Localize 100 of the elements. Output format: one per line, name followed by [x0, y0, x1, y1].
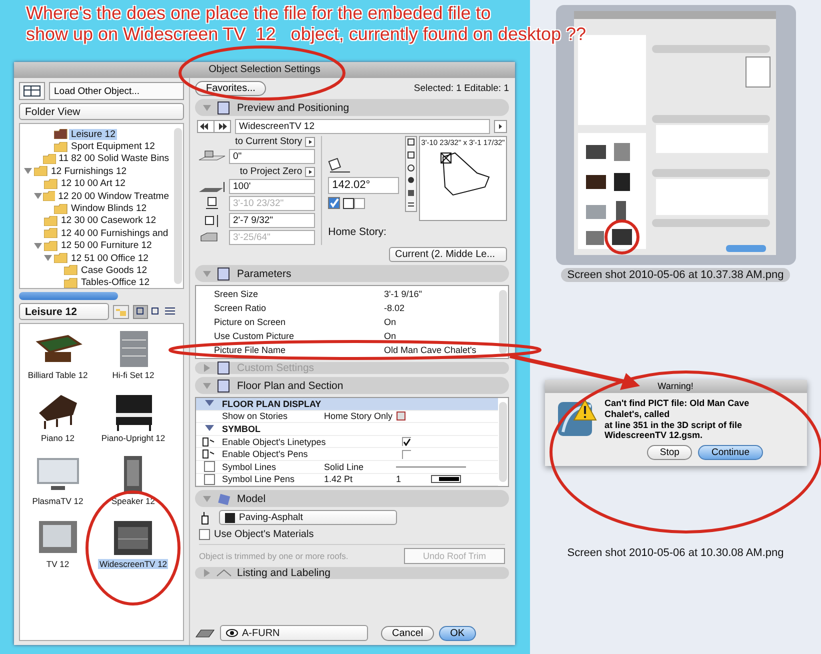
tree-item[interactable]: 12 Furnishings 12 [49, 166, 129, 177]
parameter-value[interactable]: -8.02 [384, 303, 405, 313]
expand-triangle-icon[interactable] [44, 254, 52, 262]
object-name-field[interactable]: WidescreenTV 12 [235, 119, 490, 134]
favorites-button[interactable]: Favorites... [195, 81, 266, 96]
story-elevation-icon [197, 150, 227, 164]
disclosure-triangle-icon [203, 494, 211, 503]
folder-icon [64, 265, 78, 276]
scrollbar[interactable] [19, 292, 118, 300]
disclosure-triangle-icon [203, 364, 211, 372]
dialog-button[interactable]: Stop [646, 445, 692, 460]
disclosure-triangle-icon[interactable] [204, 400, 214, 408]
surface-select[interactable]: Paving-Asphalt [219, 510, 397, 526]
object-label[interactable]: WidescreenTV 12 [98, 559, 168, 569]
checkbox[interactable] [402, 450, 411, 459]
folder-icon [44, 240, 58, 251]
section-header[interactable]: Preview and Positioning [195, 99, 509, 116]
previous-next-buttons-icon[interactable] [197, 120, 231, 133]
folder-icon [64, 278, 78, 288]
tree-item[interactable]: 12 40 00 Furnishings and [59, 228, 170, 239]
section-header[interactable]: Parameters [195, 265, 509, 282]
disclosure-triangle-icon[interactable] [204, 425, 214, 432]
section-header[interactable]: Listing and Labeling [195, 567, 509, 580]
layer-select[interactable]: A-FURN [220, 625, 368, 641]
view-select[interactable]: Folder View [19, 103, 184, 120]
tree-item[interactable]: 12 51 00 Office 12 [69, 252, 150, 264]
checkbox[interactable] [204, 461, 214, 472]
parameter-value[interactable]: On [384, 331, 396, 341]
tree-item[interactable]: 12 50 00 Furniture 12 [59, 240, 154, 252]
parameter-name: Screen Ratio [214, 303, 268, 313]
tree-item[interactable]: 12 30 00 Casework 12 [59, 215, 158, 226]
pen-swatch-icon[interactable] [431, 475, 462, 484]
object-label[interactable]: TV 12 [45, 559, 70, 569]
object-label[interactable]: Piano 12 [40, 433, 76, 443]
home-story-label: Home Story: [328, 226, 388, 238]
file-name-caption[interactable]: Screen shot 2010-05-06 at 10.30.08 AM.png [561, 546, 790, 560]
scrollbar[interactable] [499, 290, 507, 354]
folder-icon [54, 253, 68, 264]
story-icon [396, 411, 406, 422]
view-toggle-button[interactable] [19, 82, 45, 100]
view-modes-icon[interactable] [133, 304, 177, 318]
cancel-button[interactable]: Cancel [381, 626, 434, 640]
scrollbar[interactable] [174, 128, 182, 284]
object-label[interactable]: PlasmaTV 12 [31, 496, 84, 506]
rotation-angle-icon [328, 158, 352, 174]
setting-name: SYMBOL [222, 424, 262, 434]
parameter-value[interactable]: On [384, 317, 396, 327]
dialog-button[interactable]: Continue [698, 445, 762, 460]
setting-value[interactable]: Home Story Only [324, 411, 393, 422]
file-name-caption[interactable]: Screen shot 2010-05-06 at 10.37.38 AM.png [561, 268, 790, 282]
setting-value[interactable]: 1.42 Pt [324, 474, 353, 484]
folder-up-icon[interactable] [113, 304, 129, 318]
object-label[interactable]: Hi-fi Set 12 [111, 370, 156, 380]
tree-item[interactable]: Tables-Office 12 [79, 277, 152, 288]
tree-item[interactable]: Sport Equipment 12 [69, 141, 157, 152]
checkbox[interactable] [204, 474, 214, 485]
folder-icon [44, 228, 58, 238]
setting-value[interactable]: Solid Line [324, 462, 364, 472]
pen-arrow-icon [202, 449, 216, 460]
tree-item[interactable]: Case Goods 12 [79, 264, 150, 276]
home-story-select[interactable]: Current (2. Midde Le... [389, 247, 507, 262]
checkbox[interactable] [199, 529, 210, 540]
section-header[interactable]: Model [195, 490, 509, 508]
checkbox[interactable] [402, 437, 411, 446]
library-icon [54, 129, 68, 140]
mirror-checkbox[interactable] [328, 197, 340, 209]
folder-select[interactable]: Leisure 12 [19, 303, 109, 320]
object-label[interactable]: Piano-Upright 12 [100, 433, 166, 443]
warning-icon [556, 398, 596, 438]
tree-item[interactable]: 12 10 00 Art 12 [59, 178, 128, 190]
story-offset-field[interactable]: 0" [229, 149, 316, 164]
angle-field[interactable]: 142.02° [328, 177, 399, 194]
arrow-button-icon[interactable] [494, 120, 507, 133]
tree-item[interactable]: 12 20 00 Window Treatme [56, 190, 171, 202]
selection-info: Selected: 1 Editable: 1 [414, 83, 509, 94]
arrow-button-icon[interactable] [305, 166, 316, 176]
load-other-object-button[interactable]: Load Other Object... [49, 82, 184, 100]
depth-field[interactable]: 2'-7 9/32" [229, 213, 316, 228]
view-mode-buttons-icon[interactable] [405, 136, 417, 212]
tree-item[interactable]: Window Blinds 12 [69, 203, 149, 214]
parameter-value[interactable]: 3'-1 9/16" [384, 289, 422, 299]
pen-number[interactable]: 1 [396, 474, 402, 484]
expand-triangle-icon[interactable] [34, 192, 42, 200]
tree-item[interactable]: Leisure 12 [69, 128, 118, 140]
table-icon [23, 85, 41, 97]
section-header[interactable]: Floor Plan and Section [195, 377, 509, 394]
project-zero-field[interactable]: 100' [229, 179, 316, 194]
setting-name: FLOOR PLAN DISPLAY [222, 398, 322, 409]
eye-icon [226, 629, 238, 637]
expand-triangle-icon[interactable] [24, 167, 32, 176]
expand-triangle-icon[interactable] [34, 242, 42, 250]
checkbox-label: Use Object's Materials [214, 529, 314, 540]
tree-item[interactable]: 11 82 00 Solid Waste Bins [56, 153, 171, 164]
object-label[interactable]: Billiard Table 12 [26, 370, 89, 380]
ok-button[interactable]: OK [439, 626, 476, 640]
warning-message: Can't find PICT file: Old Man Cave Chalet's, called at line 351 in the 3D script of file WidescreenTV 12.gsm. [604, 398, 750, 442]
arrow-button-icon[interactable] [305, 136, 316, 146]
scrollbar[interactable] [499, 402, 507, 482]
parameter-value[interactable]: Old Man Cave Chalet's [384, 345, 476, 355]
parameter-name: Use Custom Picture [214, 331, 296, 341]
